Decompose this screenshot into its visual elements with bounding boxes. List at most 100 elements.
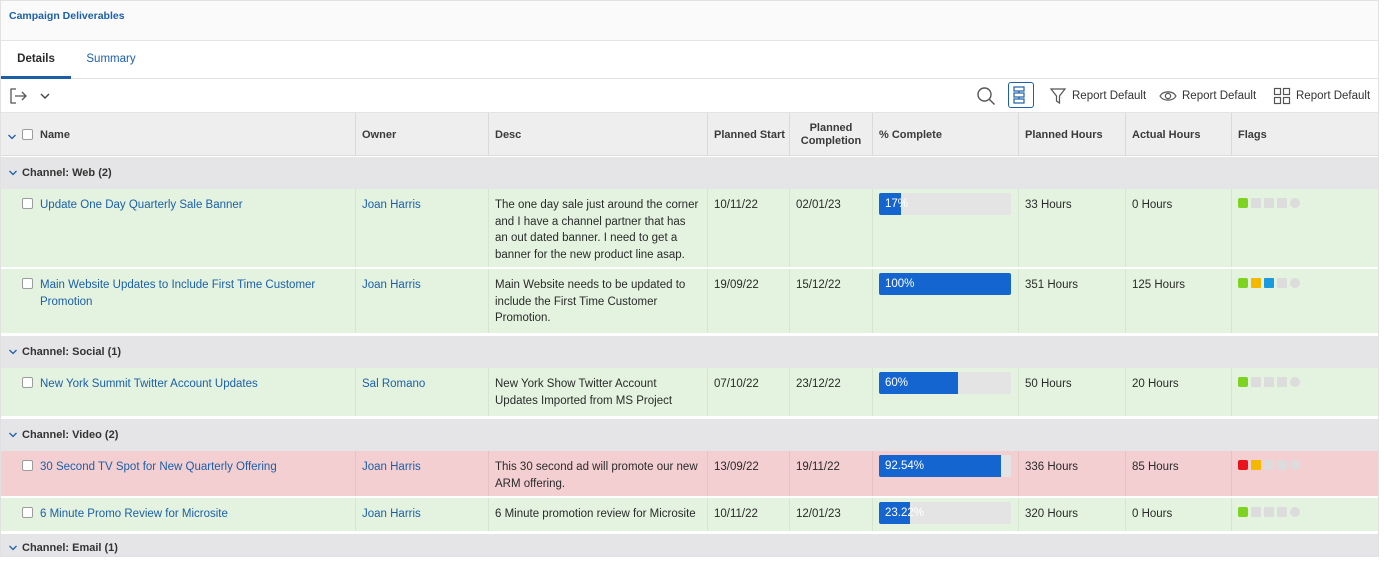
planned-hours: 336 Hours bbox=[1018, 451, 1125, 496]
actual-hours: 0 Hours bbox=[1125, 189, 1231, 267]
planned-completion: 19/11/22 bbox=[789, 451, 872, 496]
column-header-planned-hours[interactable]: Planned Hours bbox=[1018, 113, 1125, 156]
flags bbox=[1238, 198, 1300, 208]
group-row-email[interactable]: Channel: Email (1) bbox=[1, 534, 1378, 556]
row-checkbox[interactable] bbox=[22, 507, 33, 518]
select-all-checkbox[interactable] bbox=[22, 129, 33, 140]
column-header-flags[interactable]: Flags bbox=[1231, 113, 1378, 156]
document-flag-icon[interactable] bbox=[1264, 377, 1274, 387]
description: Main Website needs to be updated to incl… bbox=[488, 269, 707, 333]
actual-hours: 0 Hours bbox=[1125, 498, 1231, 531]
owner-link[interactable]: Joan Harris bbox=[362, 461, 421, 473]
row-checkbox[interactable] bbox=[22, 460, 33, 471]
eye-icon bbox=[1159, 91, 1177, 101]
chevron-down-icon[interactable] bbox=[8, 544, 18, 552]
progress-label: 92.54% bbox=[885, 460, 925, 472]
export-icon[interactable] bbox=[9, 87, 29, 108]
note-flag-icon[interactable] bbox=[1251, 377, 1261, 387]
task-name-link[interactable]: 30 Second TV Spot for New Quarterly Offe… bbox=[40, 461, 277, 473]
column-header-planned-start[interactable]: Planned Start bbox=[707, 113, 789, 156]
planned-hours: 33 Hours bbox=[1018, 189, 1125, 267]
approval-flag-icon[interactable] bbox=[1290, 507, 1300, 517]
status-flag-icon[interactable] bbox=[1238, 278, 1248, 288]
group-row-web[interactable]: Channel: Web (2) bbox=[1, 157, 1378, 189]
table-header: Name Owner Desc Planned Start Planned Co… bbox=[1, 113, 1378, 156]
flags bbox=[1238, 507, 1300, 517]
row-checkbox[interactable] bbox=[22, 377, 33, 388]
grid-icon bbox=[1273, 87, 1291, 105]
owner-link[interactable]: Sal Romano bbox=[362, 378, 425, 390]
view-label: Report Default bbox=[1182, 90, 1257, 102]
group-label: Channel: Social (1) bbox=[22, 346, 122, 358]
note-flag-icon[interactable] bbox=[1251, 507, 1261, 517]
group-label: Channel: Web (2) bbox=[22, 167, 112, 179]
column-header-planned-completion[interactable]: Planned Completion bbox=[789, 113, 872, 156]
planned-start: 13/09/22 bbox=[707, 451, 789, 496]
attachment-flag-icon[interactable] bbox=[1277, 278, 1287, 288]
search-icon[interactable] bbox=[976, 86, 996, 109]
chevron-down-icon[interactable] bbox=[8, 431, 18, 439]
chevron-down-icon[interactable] bbox=[8, 348, 18, 356]
document-flag-icon[interactable] bbox=[1264, 460, 1274, 470]
group-label: Channel: Video (2) bbox=[22, 429, 119, 441]
attachment-flag-icon[interactable] bbox=[1277, 198, 1287, 208]
owner-link[interactable]: Joan Harris bbox=[362, 199, 421, 211]
filter-button[interactable]: Report Default bbox=[1049, 85, 1146, 107]
view-button[interactable]: Report Default bbox=[1159, 85, 1256, 107]
planned-completion: 12/01/23 bbox=[789, 498, 872, 531]
document-flag-icon[interactable] bbox=[1264, 507, 1274, 517]
progress-label: 60% bbox=[885, 377, 909, 389]
task-name-link[interactable]: Main Website Updates to Include First Ti… bbox=[40, 279, 315, 308]
owner-link[interactable]: Joan Harris bbox=[362, 508, 421, 520]
table-row: Main Website Updates to Include First Ti… bbox=[1, 269, 1378, 335]
approval-flag-icon[interactable] bbox=[1290, 460, 1300, 470]
status-flag-icon[interactable] bbox=[1238, 377, 1248, 387]
column-header-percent-complete[interactable]: % Complete bbox=[872, 113, 1018, 156]
table-row: 6 Minute Promo Review for Microsite Joan… bbox=[1, 498, 1378, 533]
title-bar: Campaign Deliverables bbox=[1, 1, 1378, 41]
progress-label: 23.22% bbox=[885, 507, 925, 519]
group-toggle-button[interactable] bbox=[1008, 82, 1034, 108]
task-name-link[interactable]: Update One Day Quarterly Sale Banner bbox=[40, 199, 243, 211]
status-flag-icon[interactable] bbox=[1238, 460, 1248, 470]
column-header-desc[interactable]: Desc bbox=[488, 113, 707, 156]
chevron-down-icon[interactable] bbox=[8, 169, 18, 177]
attachment-flag-icon[interactable] bbox=[1277, 507, 1287, 517]
owner-link[interactable]: Joan Harris bbox=[362, 279, 421, 291]
task-name-link[interactable]: 6 Minute Promo Review for Microsite bbox=[40, 508, 228, 520]
note-flag-icon[interactable] bbox=[1251, 460, 1261, 470]
group-row-social[interactable]: Channel: Social (1) bbox=[1, 336, 1378, 368]
document-flag-icon[interactable] bbox=[1264, 198, 1274, 208]
group-label: Channel: Email (1) bbox=[22, 542, 118, 554]
approval-flag-icon[interactable] bbox=[1290, 198, 1300, 208]
row-checkbox[interactable] bbox=[22, 278, 33, 289]
flags bbox=[1238, 377, 1300, 387]
planned-start: 10/11/22 bbox=[707, 189, 789, 267]
column-header-name[interactable]: Name bbox=[34, 113, 355, 156]
description: This 30 second ad will promote our new A… bbox=[488, 451, 707, 496]
status-flag-icon[interactable] bbox=[1238, 507, 1248, 517]
task-name-link[interactable]: New York Summit Twitter Account Updates bbox=[40, 378, 258, 390]
document-flag-icon[interactable] bbox=[1264, 278, 1274, 288]
attachment-flag-icon[interactable] bbox=[1277, 460, 1287, 470]
planned-hours: 320 Hours bbox=[1018, 498, 1125, 531]
group-row-video[interactable]: Channel: Video (2) bbox=[1, 419, 1378, 451]
note-flag-icon[interactable] bbox=[1251, 198, 1261, 208]
progress-label: 100% bbox=[885, 278, 915, 290]
table-row: 30 Second TV Spot for New Quarterly Offe… bbox=[1, 451, 1378, 498]
column-header-owner[interactable]: Owner bbox=[355, 113, 488, 156]
actual-hours: 85 Hours bbox=[1125, 451, 1231, 496]
status-flag-icon[interactable] bbox=[1238, 198, 1248, 208]
grouping-button[interactable]: Report Default bbox=[1273, 85, 1370, 107]
column-header-actual-hours[interactable]: Actual Hours bbox=[1125, 113, 1231, 156]
collapse-all-icon[interactable] bbox=[7, 130, 17, 144]
flags bbox=[1238, 460, 1300, 470]
attachment-flag-icon[interactable] bbox=[1277, 377, 1287, 387]
note-flag-icon[interactable] bbox=[1251, 278, 1261, 288]
approval-flag-icon[interactable] bbox=[1290, 278, 1300, 288]
row-checkbox[interactable] bbox=[22, 198, 33, 209]
chevron-down-icon[interactable] bbox=[39, 90, 51, 104]
approval-flag-icon[interactable] bbox=[1290, 377, 1300, 387]
tab-details[interactable]: Details bbox=[1, 41, 71, 79]
tab-summary[interactable]: Summary bbox=[71, 41, 151, 79]
